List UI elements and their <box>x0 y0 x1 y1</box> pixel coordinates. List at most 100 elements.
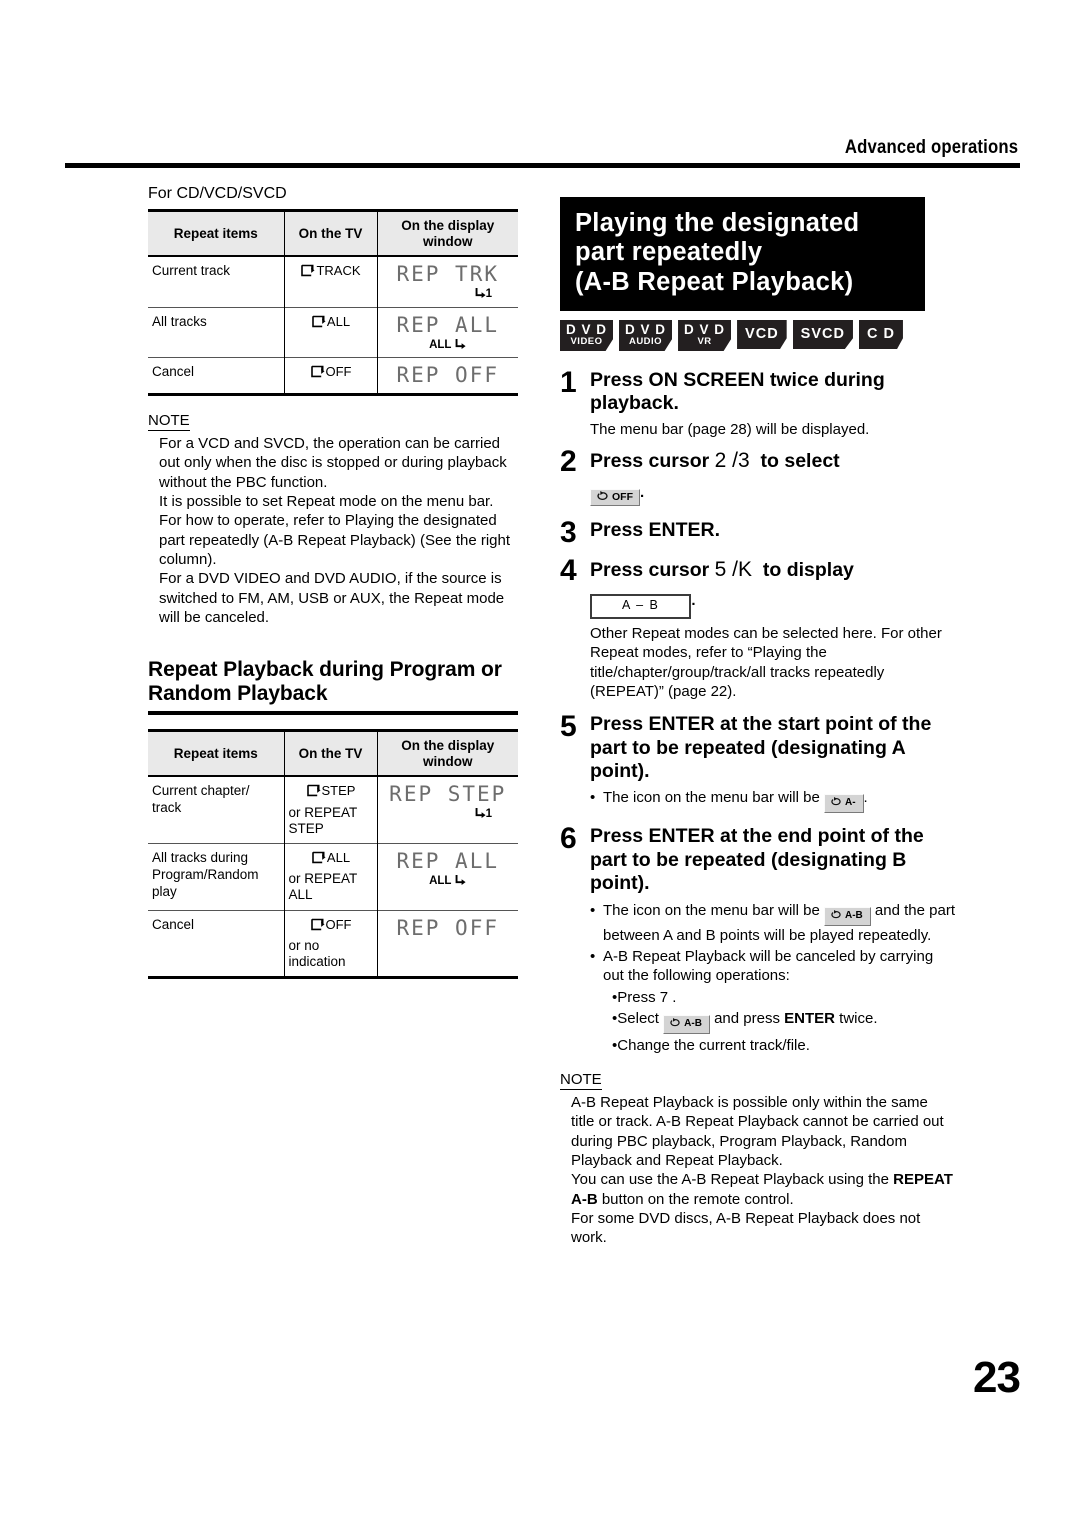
step-4-period: . <box>691 592 696 610</box>
banner-line-1: Playing the designated <box>575 209 860 237</box>
badge-dvd-vr: D V D VR <box>678 319 732 351</box>
cell-display-window: REP OFF <box>376 909 518 978</box>
cursor-keys: 2 /3 <box>714 449 750 473</box>
cell-repeat-item: Cancel <box>148 357 285 395</box>
cell-on-the-tv: TRACK <box>283 255 378 308</box>
cell-display-window: REP TRK 1 <box>376 255 518 308</box>
table1-caption: For CD/VCD/SVCD <box>148 185 287 202</box>
table-row: Cancel OFF or no indication REP OFF <box>148 909 518 978</box>
cell-on-the-tv-sub: or no indication <box>288 937 346 969</box>
lcd-sub: ALL <box>382 338 515 352</box>
cell-repeat-item: Current track <box>148 255 285 308</box>
cell-display-window: REP ALL ALL <box>376 842 518 910</box>
cell-display-window: REP ALL ALL <box>376 306 518 358</box>
cell-repeat-item: All tracks <box>148 306 285 358</box>
menubar-repeat-off-button[interactable]: OFF <box>590 488 640 507</box>
note-paragraph: For some DVD discs, A-B Repeat Playback … <box>571 1210 921 1247</box>
repeat-loop-icon <box>311 314 326 332</box>
badge-dvd-video: D V D VIDEO <box>560 319 614 351</box>
lcd-sub: 1 <box>382 287 515 301</box>
cell-on-the-tv: ALL or REPEAT ALL <box>283 842 378 910</box>
step-5-bullets: • The icon on the menu bar will be A- . <box>590 788 955 814</box>
cell-repeat-item: Cancel <box>148 909 285 978</box>
right-column: Playing the designated part repeatedly (… <box>560 197 955 1248</box>
step-5: 5 Press ENTER at the start point of the … <box>560 712 955 783</box>
note-label: NOTE <box>148 412 190 432</box>
bullet-text: A-B Repeat Playback will be canceled by … <box>603 947 934 985</box>
left-column: For CD/VCD/SVCD Repeat items On the TV O… <box>148 185 518 980</box>
lcd-text: REP ALL <box>396 312 499 337</box>
note-label: NOTE <box>560 1071 602 1090</box>
page-number: 23 <box>973 1353 1021 1402</box>
repeat-table-cd-vcd-svcd: Repeat items On the TV On the display wi… <box>148 209 518 398</box>
step-title: Press ENTER at the end point of the part… <box>590 825 924 895</box>
note-paragraph: It is possible to set Repeat mode on the… <box>159 493 511 569</box>
bullet: • The icon on the menu bar will be A-B a… <box>590 901 955 945</box>
bullet-dot: • <box>590 947 596 965</box>
note-paragraph: You can use the A-B Repeat Playback usin… <box>571 1171 953 1208</box>
cell-on-the-tv: OFF <box>283 357 378 395</box>
cell-on-the-tv-sub: or REPEAT ALL <box>288 871 358 903</box>
step-6: 6 Press ENTER at the end point of the pa… <box>560 822 955 895</box>
steps-list: 1 Press ON SCREEN twice during playback.… <box>560 365 955 1055</box>
step-1: 1 Press ON SCREEN twice during playback. <box>560 365 955 416</box>
section-heading-block: Repeat Playback during Program or Random… <box>148 658 518 716</box>
note-block-2: NOTE A-B Repeat Playback is possible onl… <box>560 1071 955 1248</box>
note-body: A-B Repeat Playback is possible only wit… <box>560 1093 955 1248</box>
lcd-text: REP OFF <box>396 915 499 940</box>
menubar-repeat-ab-button[interactable]: A-B <box>663 1014 710 1034</box>
step-title: Press cursor 2 /3 to select <box>590 449 840 473</box>
step-2-pill-line: OFF . <box>590 483 955 507</box>
table-row: All tracks ALL REP ALL ALL <box>148 306 518 358</box>
menubar-repeat-a-button[interactable]: A- <box>823 794 864 814</box>
note-paragraph: A-B Repeat Playback is possible only wit… <box>571 1094 944 1170</box>
repeat-loop-icon <box>300 263 315 281</box>
banner-line-2: part repeatedly <box>575 238 763 267</box>
menubar-ab-box[interactable]: A – B <box>590 594 692 619</box>
page-header: Advanced operations <box>65 137 1020 168</box>
table-bottom-rule <box>148 976 518 980</box>
badge-vcd: VCD <box>737 319 787 350</box>
cell-on-the-tv: ALL <box>283 306 378 358</box>
table-header-row: Repeat items On the TV On the display wi… <box>148 730 518 777</box>
cell-on-the-tv: OFF or no indication <box>283 909 378 978</box>
sub-bullet-text: Change the current track/file. <box>617 1036 810 1054</box>
bullet: • The icon on the menu bar will be A- . <box>590 788 955 814</box>
cell-on-the-tv-sub: or REPEAT STEP <box>288 804 358 836</box>
step-4-body: Other Repeat modes can be selected here.… <box>590 624 942 700</box>
bullet-text: The icon on the menu bar will be A-B and… <box>603 901 955 944</box>
header-rule <box>65 163 1020 168</box>
step-title: Press ENTER. <box>590 519 721 542</box>
col-on-the-tv: On the TV <box>283 210 378 257</box>
step-title: Press cursor 5 /K to display <box>590 557 854 581</box>
cell-on-the-tv: STEP or REPEAT STEP <box>283 775 378 844</box>
repeat-loop-icon <box>310 917 325 935</box>
lcd-sub: ALL <box>382 874 515 888</box>
step-number: 3 <box>560 516 577 550</box>
step-number: 6 <box>560 822 577 856</box>
col-repeat-items: Repeat items <box>148 210 285 257</box>
step-number: 1 <box>560 365 577 399</box>
disc-type-badges: D V D VIDEO D V D AUDIO D V D VR VCD SVC… <box>560 319 955 351</box>
repeat-table-program-random: Repeat items On the TV On the display wi… <box>148 729 518 980</box>
repeat-loop-icon <box>311 850 326 868</box>
section-banner: Playing the designated part repeatedly (… <box>560 197 925 311</box>
lcd-text: REP ALL <box>396 848 499 873</box>
step-title: Press ENTER at the start point of the pa… <box>590 713 932 782</box>
lcd-text: REP STEP <box>389 782 507 807</box>
note-block-1: NOTE For a VCD and SVCD, the operation c… <box>148 412 518 627</box>
step-number: 4 <box>560 553 577 587</box>
repeat-loop-icon <box>310 364 325 382</box>
manual-page: Advanced operations For CD/VCD/SVCD Repe… <box>0 0 1080 1528</box>
page-header-title: Advanced operations <box>844 137 1019 158</box>
sub-bullet: • Select A-B and press ENTER twice. <box>612 1009 955 1034</box>
step-3: 3 Press ENTER. <box>560 516 955 550</box>
cell-display-window: REP STEP 1 <box>376 775 518 844</box>
cell-repeat-item: Current chapter/ track <box>148 775 285 844</box>
badge-svcd: SVCD <box>792 319 853 350</box>
table-row: Current track TRACK REP TRK 1 <box>148 255 518 308</box>
step-2-period: . <box>640 483 645 501</box>
menubar-repeat-ab-button[interactable]: A-B <box>823 906 871 926</box>
table-row: All tracks during Program/Random play AL… <box>148 842 518 910</box>
section-heading: Repeat Playback during Program or Random… <box>148 657 502 705</box>
